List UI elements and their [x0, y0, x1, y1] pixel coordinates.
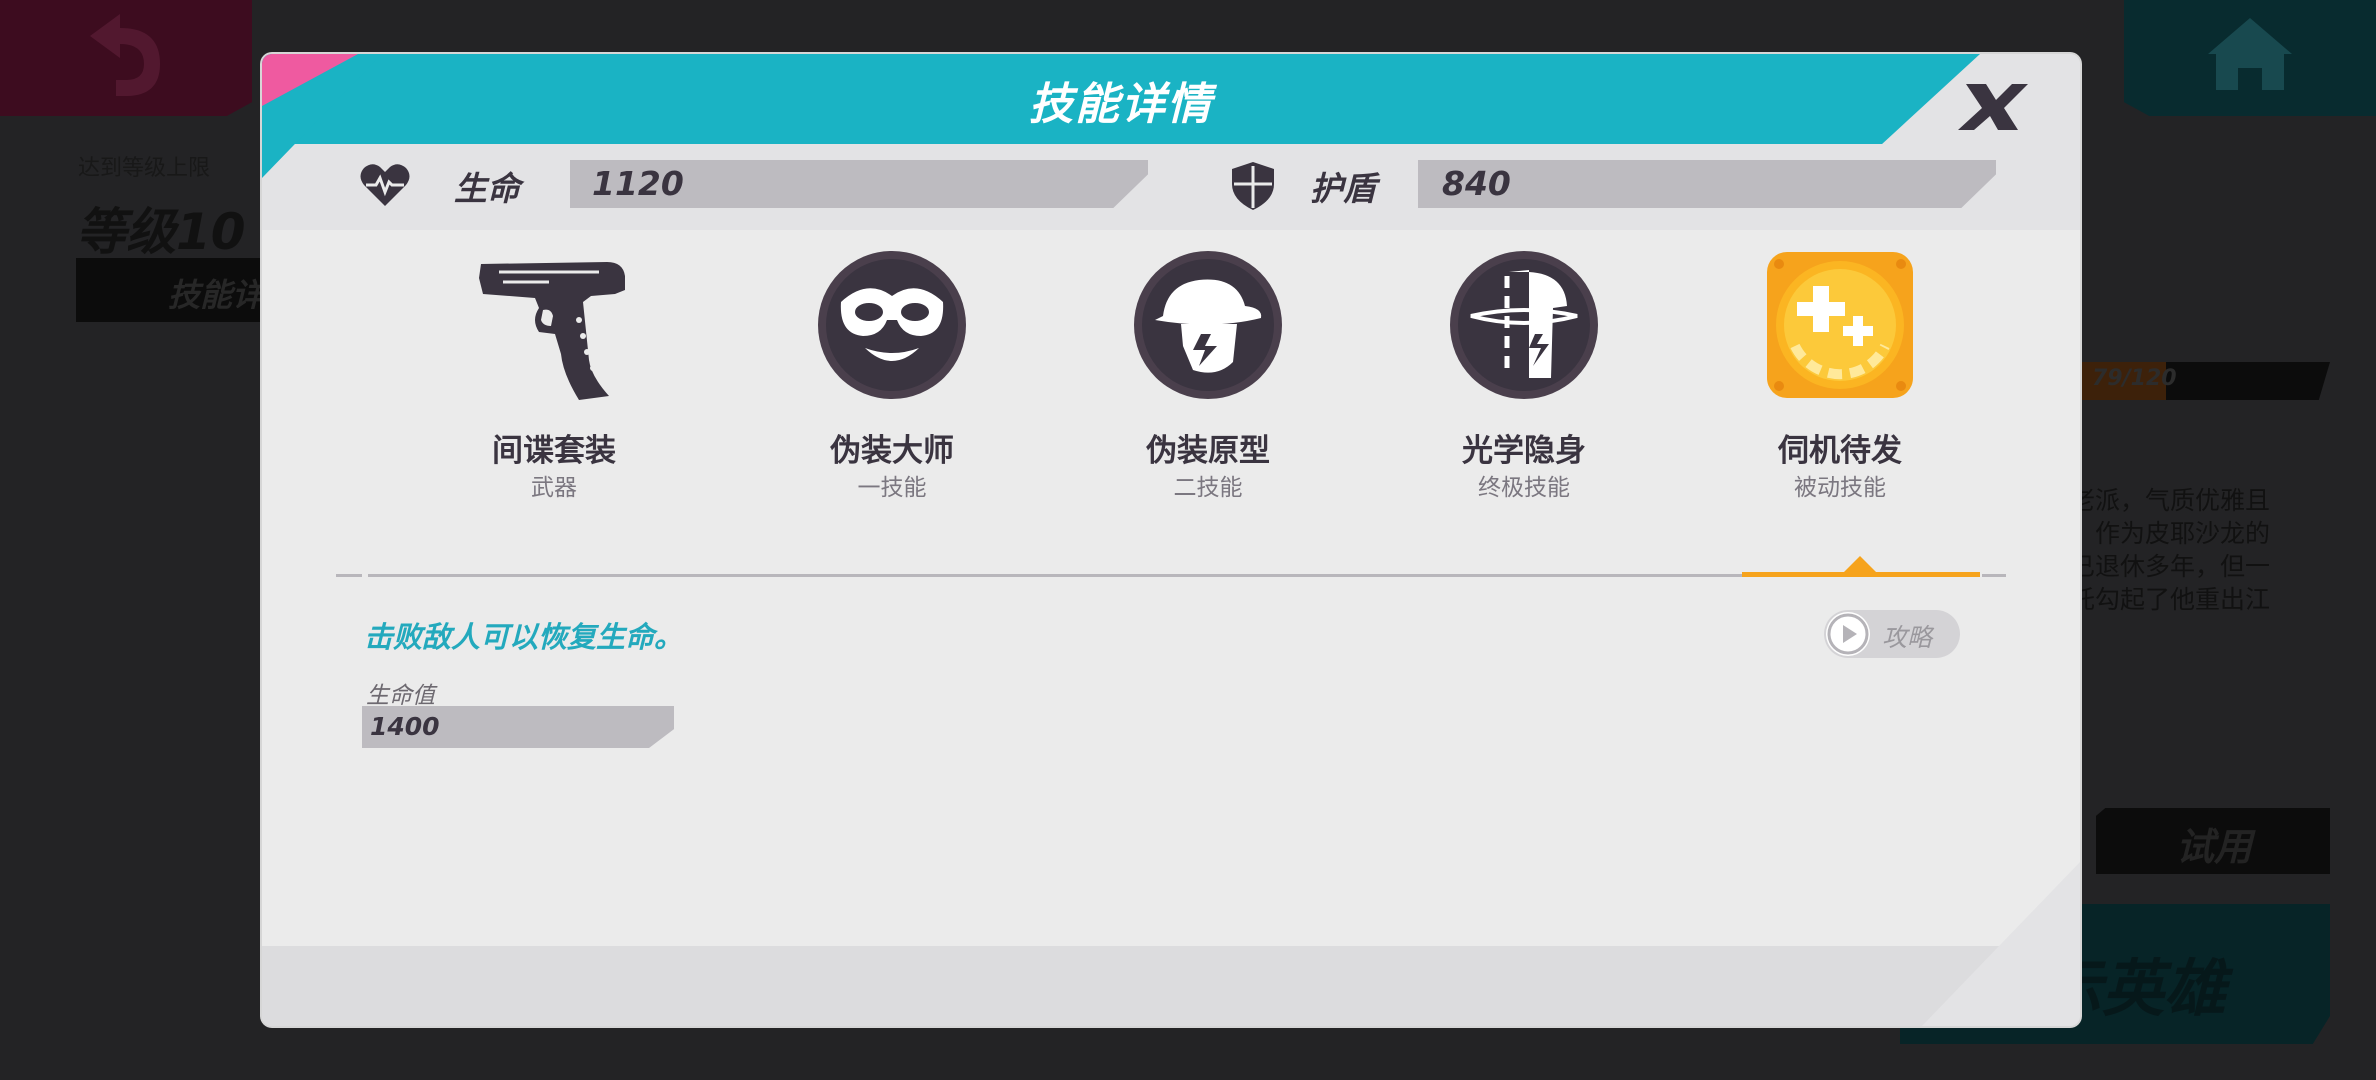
heart-icon	[358, 158, 412, 212]
close-button[interactable]	[1952, 72, 2032, 142]
heal-passive-icon	[1765, 250, 1915, 400]
skill-tab-first[interactable]: 伪装大师 一技能	[792, 230, 992, 501]
skill-stat-value: 1400	[370, 712, 440, 741]
modal-footer	[262, 946, 2080, 1026]
guide-label: 攻略	[1882, 623, 1933, 652]
close-icon	[1958, 84, 2028, 130]
skill-tab-weapon[interactable]: 间谍套装 武器	[454, 230, 654, 501]
skill-name: 伪装原型	[1146, 433, 1270, 469]
skill-stat-label: 生命值	[366, 683, 435, 709]
shield-icon	[1226, 158, 1280, 212]
invisibility-icon	[1449, 250, 1599, 400]
skill-type: 二技能	[1173, 475, 1243, 501]
skill-type: 一技能	[857, 475, 927, 501]
skill-name: 光学隐身	[1462, 433, 1586, 469]
skill-tab-passive[interactable]: 伺机待发 被动技能	[1740, 230, 1940, 501]
hp-value: 1120	[592, 164, 684, 203]
skill-tab-ultimate[interactable]: 光学隐身 终极技能	[1424, 230, 1624, 501]
skill-type: 武器	[531, 475, 577, 501]
hp-label: 生命	[454, 169, 520, 208]
shield-label: 护盾	[1310, 169, 1376, 208]
divider-gap	[362, 574, 368, 577]
pistol-icon	[479, 250, 629, 400]
skill-tab-second[interactable]: 伪装原型 二技能	[1108, 230, 1308, 501]
play-icon	[1826, 612, 1870, 656]
skills-content: 间谍套装 武器 伪装大师 一技能 伪装原型 二技能 光学隐身 终极技能 伺机待发…	[262, 230, 2080, 950]
skill-details-modal: 技能详情 生命 1120 护盾 840 间谍套装 武器 伪装大师 一技能 伪装原…	[262, 54, 2080, 1026]
modal-title: 技能详情	[1029, 79, 1213, 130]
guide-button[interactable]: 攻略	[1824, 610, 1960, 658]
skill-type: 被动技能	[1794, 475, 1886, 501]
hat-disguise-icon	[1133, 250, 1283, 400]
skill-type: 终极技能	[1478, 475, 1570, 501]
active-tab-indicator	[1842, 556, 1878, 574]
skill-name: 间谍套装	[492, 433, 616, 469]
skill-name: 伺机待发	[1778, 433, 1902, 469]
shield-value: 840	[1442, 164, 1511, 203]
skill-description: 击败敌人可以恢复生命。	[364, 620, 684, 654]
skill-name: 伪装大师	[830, 433, 954, 469]
mask-icon	[817, 250, 967, 400]
